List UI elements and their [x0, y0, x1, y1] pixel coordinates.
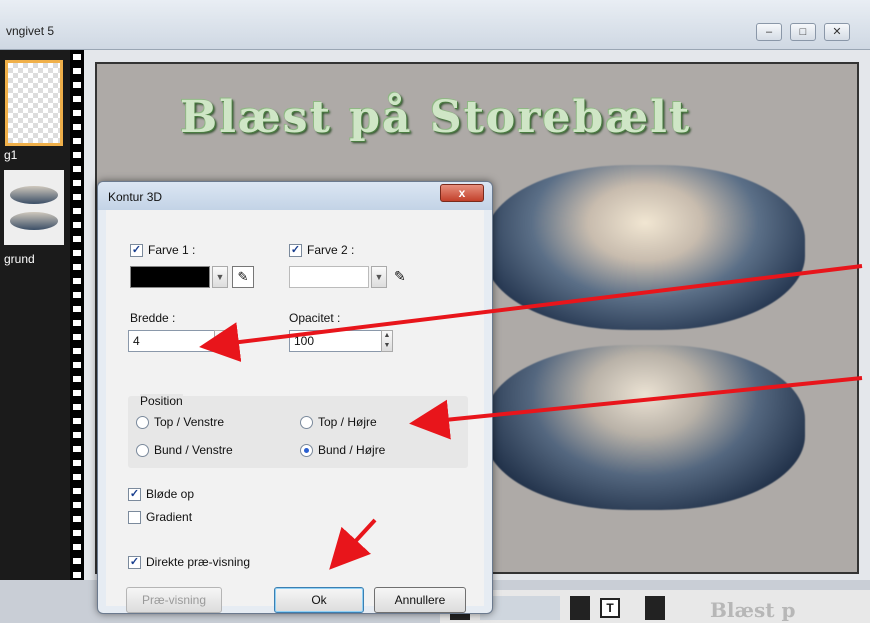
dialog-title: Kontur 3D [108, 190, 163, 204]
ok-button[interactable]: Ok [274, 587, 364, 613]
dialog-body: ✓ Farve 1 : ▼ ✎ ✓ Farve 2 : ▼ ✎ Bredde :… [106, 210, 484, 613]
layer-thumbnail-background[interactable] [4, 170, 64, 245]
film-block-icon [645, 596, 665, 620]
preview-button[interactable]: Præ-visning [126, 587, 222, 613]
sea-image-bottom [485, 345, 805, 510]
farve1-label: Farve 1 : [148, 243, 196, 257]
gradient-label: Gradient [146, 510, 193, 524]
filmstrip-divider [70, 50, 84, 580]
canvas-title-text: Blæst på Storebælt [180, 92, 692, 143]
direkte-preview-checkbox[interactable]: ✓ [128, 556, 141, 569]
position-label: Position [140, 394, 183, 408]
radio-top-venstre[interactable] [136, 416, 149, 429]
radio-bund-venstre[interactable] [136, 444, 149, 457]
cancel-button[interactable]: Annullere [374, 587, 466, 613]
window-title-bar: vngivet 5 – □ ✕ [0, 0, 870, 50]
opacitet-label: Opacitet : [289, 311, 341, 325]
bredde-spinner-icon[interactable]: ▲ ▼ [214, 330, 226, 352]
farve1-eyedropper-icon[interactable]: ✎ [232, 266, 254, 288]
farve2-eyedropper-icon[interactable]: ✎ [394, 268, 406, 285]
bottom-preview-text: Blæst p [710, 598, 796, 622]
farve2-label: Farve 2 : [307, 243, 355, 257]
bloede-op-label: Bløde op [146, 487, 195, 501]
layer2-label: grund [4, 252, 35, 266]
bredde-label: Bredde : [130, 311, 176, 325]
window-title: vngivet 5 [6, 24, 55, 38]
position-group: Position Top / Venstre Top / Højre Bund … [128, 394, 468, 468]
farve1-color-swatch[interactable] [130, 266, 210, 288]
kontur-3d-dialog: Kontur 3D x ✓ Farve 1 : ▼ ✎ ✓ Farve 2 : … [97, 181, 493, 614]
radio-bund-venstre-label: Bund / Venstre [154, 443, 233, 457]
dialog-title-bar: Kontur 3D x [98, 182, 492, 210]
opacitet-input[interactable]: 100 [289, 330, 385, 352]
farve2-dropdown-icon[interactable]: ▼ [371, 266, 387, 288]
opacitet-spinner-icon[interactable]: ▲ ▼ [381, 330, 393, 352]
film-block-icon [570, 596, 590, 620]
maximize-icon[interactable]: □ [790, 23, 816, 41]
bredde-input[interactable]: 4 [128, 330, 224, 352]
farve2-color-swatch[interactable] [289, 266, 369, 288]
direkte-preview-label: Direkte præ-visning [146, 555, 251, 569]
thumbnail-strip: T Blæst p [440, 590, 870, 623]
text-tool-icon[interactable]: T [600, 598, 620, 618]
sea-image-top [485, 165, 805, 330]
farve2-checkbox[interactable]: ✓ [289, 244, 302, 257]
layers-panel: g1 grund [0, 50, 70, 580]
close-icon[interactable]: ✕ [824, 23, 850, 41]
dialog-close-button[interactable]: x [440, 184, 484, 202]
minimize-icon[interactable]: – [756, 23, 782, 41]
farve1-dropdown-icon[interactable]: ▼ [212, 266, 228, 288]
radio-bund-hoejre-label: Bund / Højre [318, 443, 386, 457]
radio-top-hoejre-label: Top / Højre [318, 415, 377, 429]
radio-bund-hoejre[interactable] [300, 444, 313, 457]
radio-top-hoejre[interactable] [300, 416, 313, 429]
gradient-checkbox[interactable] [128, 511, 141, 524]
layer-thumbnail-transparent[interactable] [5, 60, 63, 146]
bloede-op-checkbox[interactable]: ✓ [128, 488, 141, 501]
layer1-label: g1 [4, 148, 18, 162]
radio-top-venstre-label: Top / Venstre [154, 415, 225, 429]
farve1-checkbox[interactable]: ✓ [130, 244, 143, 257]
